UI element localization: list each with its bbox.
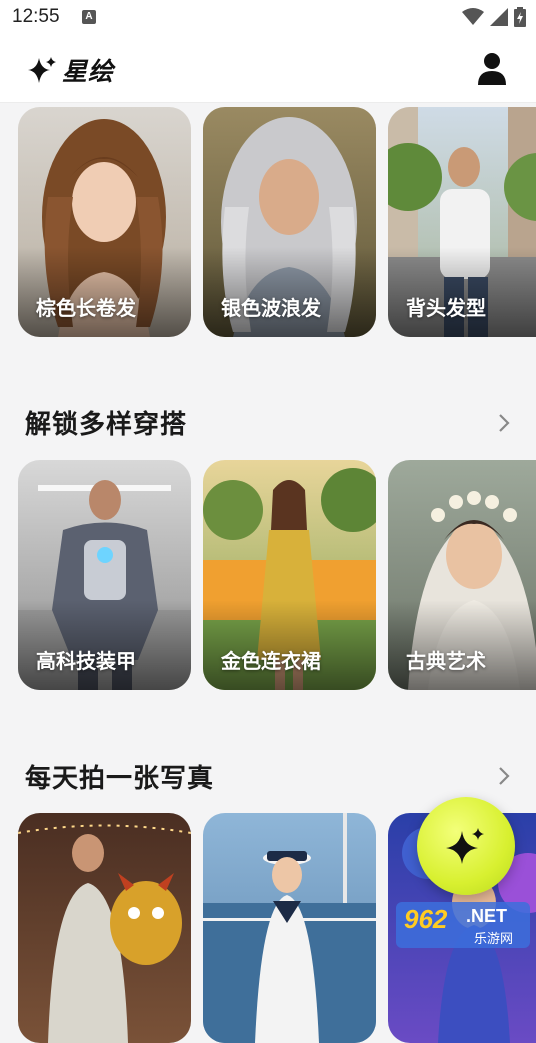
card-label: 高科技装甲	[36, 649, 136, 673]
app-title: 星绘	[62, 57, 115, 86]
style-card[interactable]	[18, 813, 191, 1043]
card-label: 银色波浪发	[221, 296, 321, 320]
notification-icon: A	[82, 10, 96, 24]
battery-icon	[514, 7, 526, 27]
signal-icon	[490, 8, 508, 26]
outfit-row: 高科技装甲 金色连衣裙 古典艺术	[18, 460, 536, 690]
chevron-right-icon[interactable]	[496, 413, 512, 433]
style-card[interactable]: 高科技装甲	[18, 460, 191, 690]
card-label: 金色连衣裙	[221, 649, 321, 673]
card-label: 棕色长卷发	[36, 296, 136, 320]
wifi-icon	[462, 8, 484, 25]
app-logo: 星绘	[28, 52, 114, 88]
chevron-right-icon[interactable]	[496, 766, 512, 786]
watermark-logo: 962 .NET 乐游网	[396, 902, 530, 948]
portrait-image	[203, 813, 376, 1043]
hairstyle-row: 棕色长卷发 银色波浪发 背头发型	[18, 107, 536, 337]
status-bar: 12:55 A	[0, 0, 536, 36]
profile-icon[interactable]	[476, 51, 508, 85]
sparkle-icon	[28, 57, 56, 83]
system-icons	[462, 7, 526, 27]
card-label: 古典艺术	[406, 649, 486, 673]
portrait-image	[18, 824, 191, 1043]
style-card[interactable]: 金色连衣裙	[203, 460, 376, 690]
sparkle-icon	[446, 828, 484, 864]
status-time: 12:55	[12, 6, 60, 27]
watermark-number: 962	[404, 904, 448, 934]
watermark-caption: 乐游网	[474, 932, 514, 947]
style-card[interactable]	[203, 813, 376, 1043]
card-label: 背头发型	[406, 296, 486, 320]
style-card[interactable]: 银色波浪发	[203, 107, 376, 337]
style-card[interactable]: 背头发型	[388, 107, 536, 337]
style-card[interactable]: 棕色长卷发	[18, 107, 191, 337]
app-header: 星绘	[0, 36, 536, 103]
create-button[interactable]	[417, 797, 515, 895]
section-title-outfits: 解锁多样穿搭	[25, 410, 188, 440]
watermark-suffix: .NET	[466, 906, 508, 926]
section-title-daily: 每天拍一张写真	[25, 764, 215, 794]
style-card[interactable]: 古典艺术	[388, 460, 536, 690]
